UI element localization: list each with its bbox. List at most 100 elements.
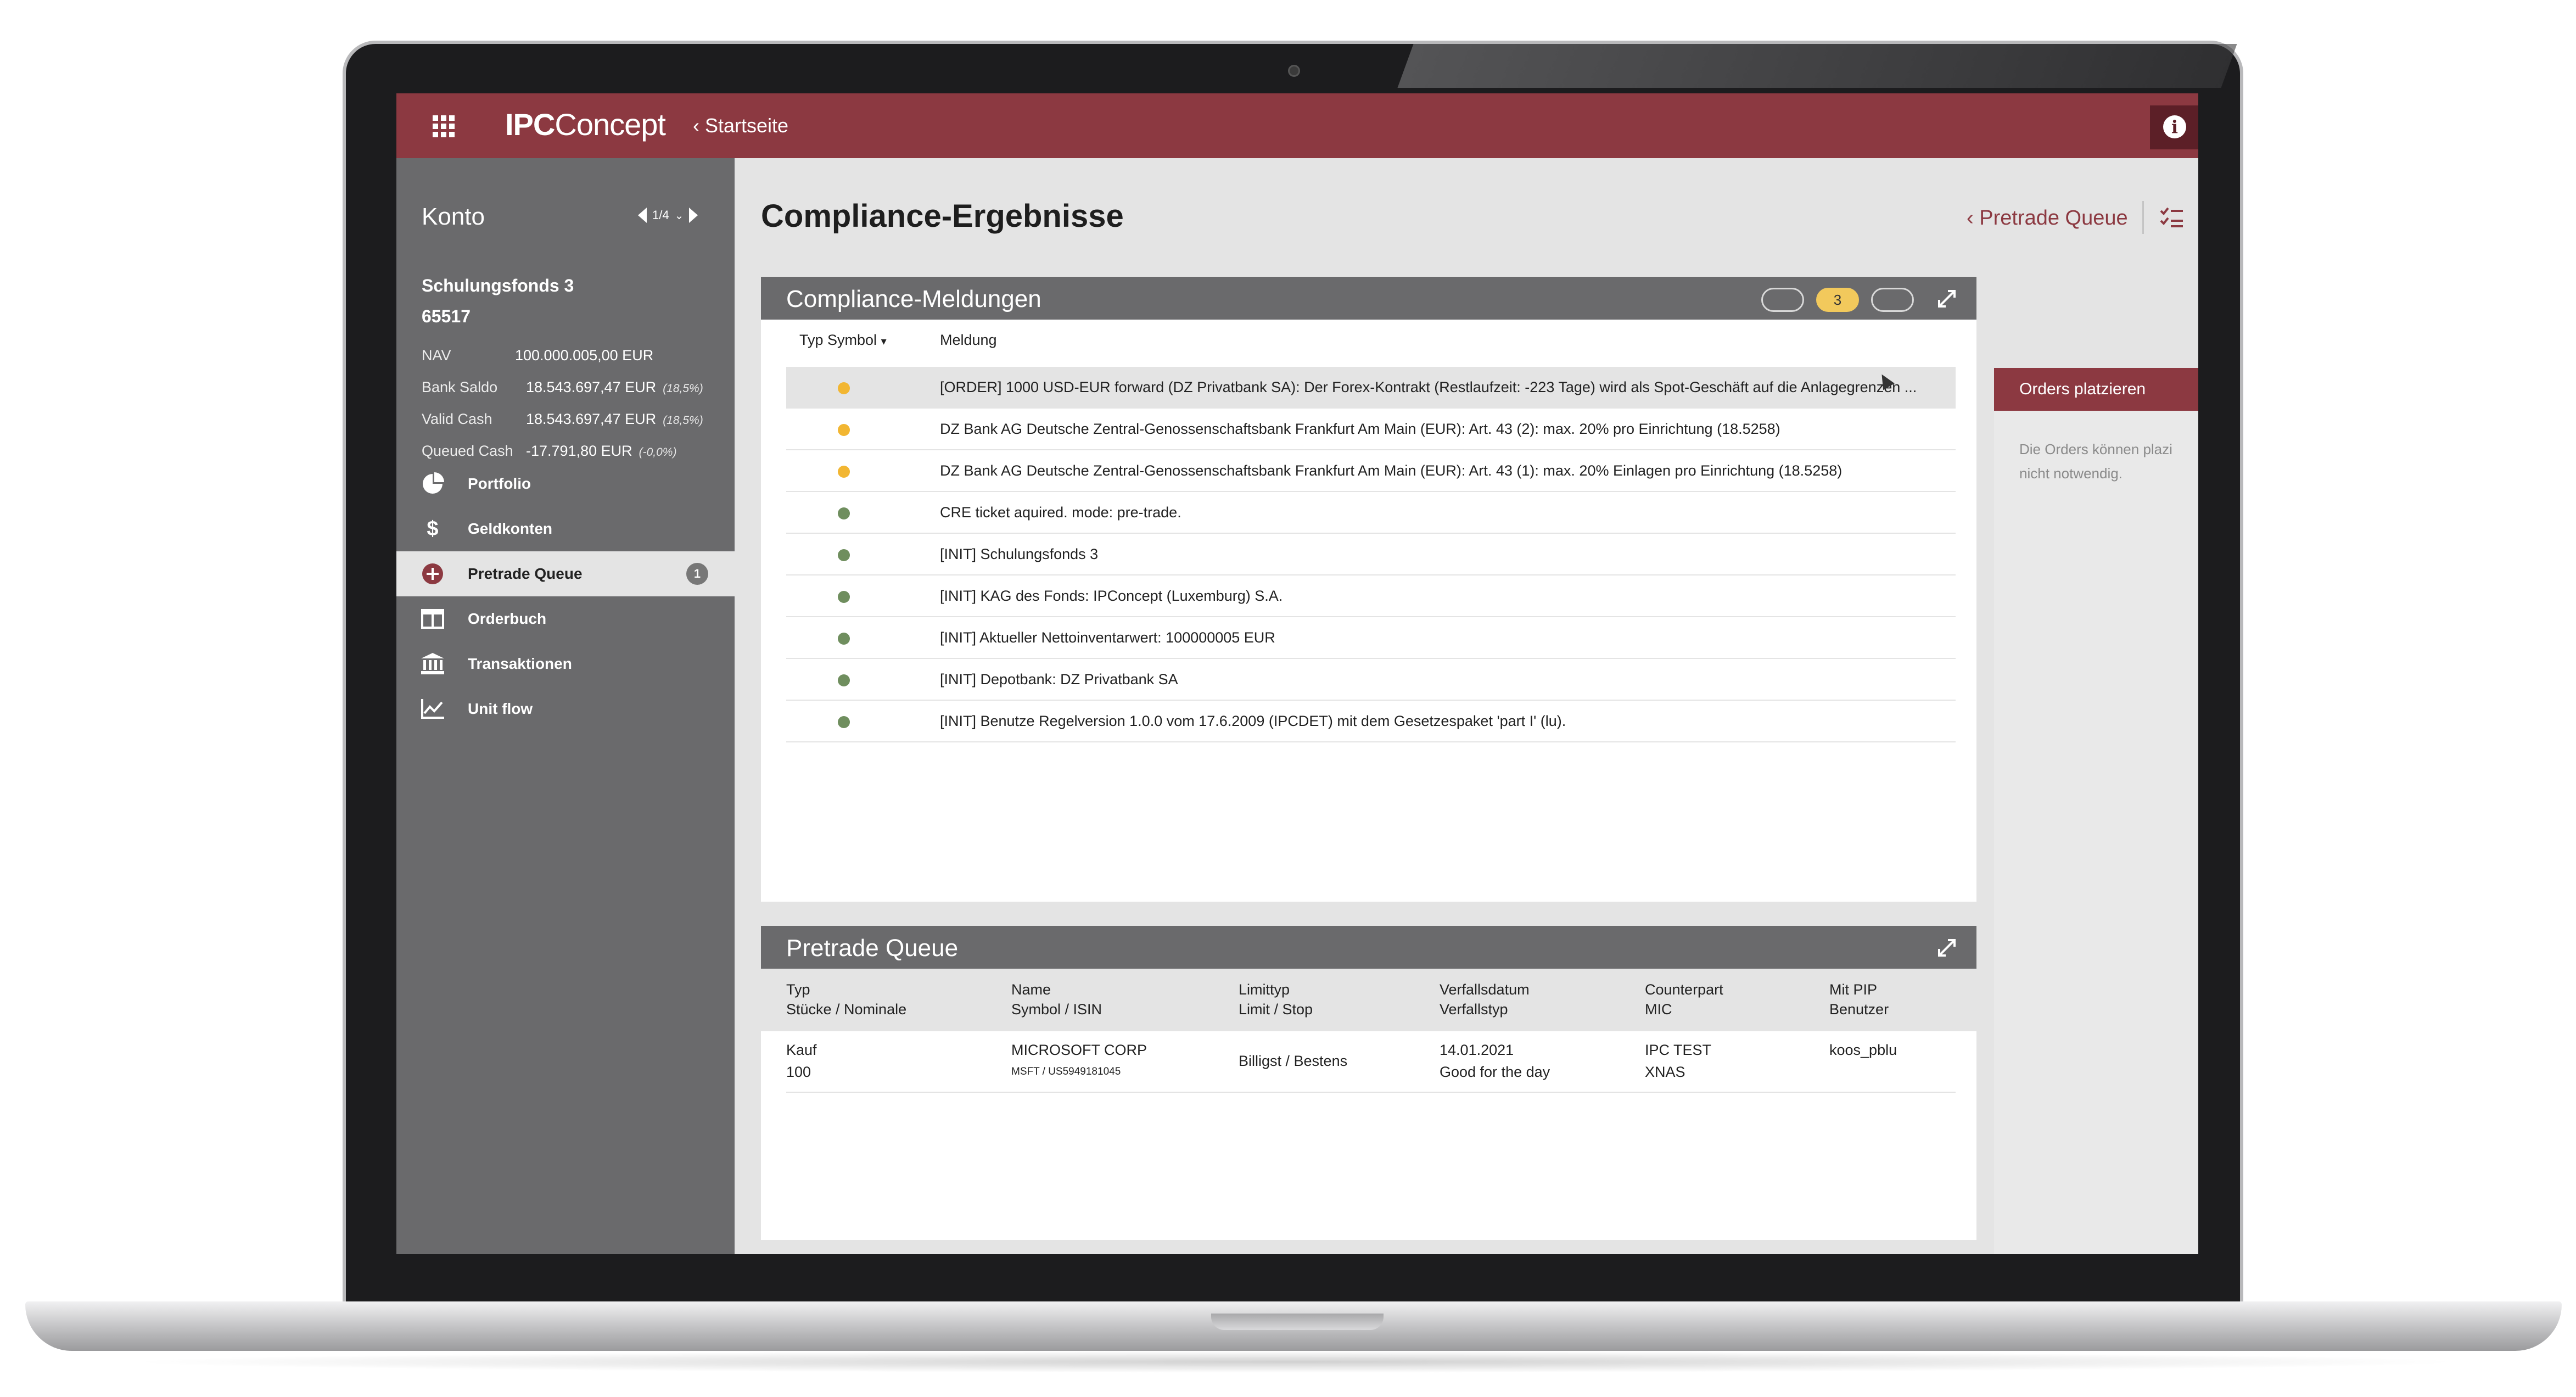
message-text: [INIT] Depotbank: DZ Privatbank SA [940, 671, 1178, 688]
next-account-icon[interactable] [689, 208, 698, 223]
chevron-down-icon[interactable]: ⌄ [675, 209, 684, 222]
cell-counterpart: IPC TEST XNAS [1645, 1042, 1712, 1080]
sidebar-item-label: Portfolio [468, 475, 531, 492]
ok-status-icon [838, 591, 850, 603]
kv-key: Queued Cash [422, 443, 513, 459]
apps-grid-icon[interactable] [433, 115, 455, 137]
message-text: [INIT] KAG des Fonds: IPConcept (Luxembu… [940, 588, 1283, 604]
sidebar-item-portfolio[interactable]: Portfolio [396, 461, 735, 506]
sidebar-item-pretrade-queue[interactable]: Pretrade Queue 1 [396, 551, 735, 596]
column-header-typ[interactable]: Typ Symbol ▾ [799, 332, 887, 349]
back-to-start-link[interactable]: ‹ Startseite [693, 114, 788, 137]
table-row[interactable]: [INIT] KAG des Fonds: IPConcept (Luxembu… [786, 575, 1956, 617]
compliance-panel-header: Compliance-Meldungen 3 [761, 277, 1976, 320]
table-row[interactable]: [INIT] Aktueller Nettoinventarwert: 1000… [786, 617, 1956, 659]
table-row[interactable]: DZ Bank AG Deutsche Zentral-Genossenscha… [786, 450, 1956, 492]
pretrade-queue-panel: Pretrade Queue Typ Stücke / Nominale Name… [761, 926, 1976, 1240]
konto-title: Konto [422, 203, 485, 230]
kv-value: 18.543.697,47 EUR (18,5%) [526, 411, 703, 427]
filter-error-toggle[interactable] [1761, 288, 1804, 312]
camera [1288, 65, 1300, 77]
message-text: [INIT] Aktueller Nettoinventarwert: 1000… [940, 629, 1275, 646]
column-header-mit-pip[interactable]: Mit PIP Benutzer [1829, 980, 1889, 1019]
message-text: DZ Bank AG Deutsche Zentral-Genossenscha… [940, 462, 1843, 479]
message-text: [INIT] Benutze Regelversion 1.0.0 vom 17… [940, 713, 1566, 729]
lid-reflection [1397, 44, 2237, 88]
column-header-limittyp[interactable]: Limittyp Limit / Stop [1239, 980, 1313, 1019]
cell-verfall: 14.01.2021 Good for the day [1440, 1042, 1550, 1080]
sidebar: Konto 1/4 ⌄ Schulungsfonds 3 65517 NAV 1… [396, 158, 735, 1254]
sidebar-item-geldkonten[interactable]: $ Geldkonten [396, 506, 735, 551]
pretrade-queue-link[interactable]: ‹ Pretrade Queue [1967, 206, 2128, 230]
pretrade-panel-title: Pretrade Queue [786, 935, 959, 962]
column-header-name[interactable]: Name Symbol / ISIN [1011, 980, 1102, 1019]
line-chart-icon [421, 697, 445, 721]
message-text: DZ Bank AG Deutsche Zentral-Genossenscha… [940, 421, 1780, 437]
column-header-verfallsdatum[interactable]: Verfallsdatum Verfallstyp [1440, 980, 1530, 1019]
message-text: CRE ticket aquired. mode: pre-trade. [940, 504, 1181, 521]
account-pager: 1/4 ⌄ [638, 208, 698, 223]
laptop-shadow [121, 1351, 2471, 1373]
page-title: Compliance-Ergebnisse [761, 198, 1124, 234]
sidebar-nav: Portfolio $ Geldkonten Pretrade Queue 1 … [396, 461, 735, 731]
table-row[interactable]: DZ Bank AG Deutsche Zentral-Genossenscha… [786, 409, 1956, 450]
warning-status-icon [838, 424, 850, 436]
cell-benutzer: koos_pblu [1829, 1042, 1897, 1058]
sidebar-item-orderbuch[interactable]: Orderbuch [396, 596, 735, 641]
prev-account-icon[interactable] [638, 208, 647, 223]
brand-logo[interactable]: IPCConcept [505, 107, 666, 142]
orders-panel-header[interactable]: Orders platzieren [1994, 368, 2198, 411]
table-row[interactable]: Kauf 100 MICROSOFT CORP MSFT / US594918104… [786, 1031, 1956, 1093]
checklist-icon[interactable] [2160, 206, 2184, 228]
pretrade-table-header: Typ Stücke / Nominale Name Symbol / ISIN L… [761, 969, 1976, 1031]
compliance-panel: Compliance-Meldungen 3 Typ Symbol ▾ Meld… [761, 277, 1976, 902]
fund-name: Schulungsfonds 3 [422, 276, 574, 295]
pretrade-panel-header: Pretrade Queue [761, 926, 1976, 969]
sidebar-item-label: Unit flow [468, 700, 533, 717]
sidebar-item-unit-flow[interactable]: Unit flow [396, 686, 735, 731]
ok-status-icon [838, 716, 850, 728]
warning-status-icon [838, 382, 850, 394]
table-row[interactable]: [INIT] Depotbank: DZ Privatbank SA [786, 659, 1956, 701]
info-button[interactable]: i [2150, 105, 2198, 149]
laptop-notch [1211, 1314, 1384, 1330]
screen: IPCConcept ‹ Startseite i Konto 1/4 ⌄ Sc… [396, 93, 2198, 1254]
expand-icon[interactable] [1937, 289, 1957, 309]
column-header-meldung[interactable]: Meldung [940, 332, 997, 349]
sidebar-item-transaktionen[interactable]: Transaktionen [396, 641, 735, 686]
kv-key: Valid Cash [422, 411, 492, 427]
cell-name: MICROSOFT CORP MSFT / US5949181045 [1011, 1042, 1147, 1077]
table-row[interactable]: CRE ticket aquired. mode: pre-trade. [786, 492, 1956, 534]
warning-status-icon [838, 466, 850, 478]
chevron-left-icon: ‹ [693, 114, 705, 137]
ok-status-icon [838, 674, 850, 686]
kv-value: 18.543.697,47 EUR (18,5%) [526, 379, 703, 395]
expand-icon[interactable] [1937, 938, 1957, 958]
table-row[interactable]: [ORDER] 1000 USD-EUR forward (DZ Privatb… [786, 367, 1956, 409]
sidebar-item-label: Pretrade Queue [468, 565, 583, 582]
pager-value[interactable]: 1/4 [652, 208, 669, 222]
filter-warning-toggle[interactable]: 3 [1816, 288, 1859, 312]
message-text: [ORDER] 1000 USD-EUR forward (DZ Privatb… [940, 379, 1917, 395]
sort-caret-icon: ▾ [881, 336, 887, 348]
plus-circle-icon [421, 562, 445, 586]
dollar-icon: $ [427, 517, 439, 540]
column-header-typ[interactable]: Typ Stücke / Nominale [786, 980, 906, 1019]
table-row[interactable]: [INIT] Schulungsfonds 3 [786, 534, 1956, 575]
bank-icon [421, 652, 445, 676]
column-header-counterpart[interactable]: Counterpart MIC [1645, 980, 1723, 1019]
pie-chart-icon [421, 472, 445, 496]
compliance-table-header: Typ Symbol ▾ Meldung [761, 320, 1976, 364]
compliance-panel-title: Compliance-Meldungen [786, 286, 1041, 312]
filter-info-toggle[interactable] [1871, 288, 1914, 312]
fund-id: 65517 [422, 306, 471, 326]
sidebar-item-label: Transaktionen [468, 655, 572, 672]
header-divider [2142, 201, 2144, 234]
cell-typ: Kauf 100 [786, 1042, 817, 1080]
chevron-left-icon: ‹ [1967, 206, 1980, 230]
table-row[interactable]: [INIT] Benutze Regelversion 1.0.0 vom 17… [786, 701, 1956, 742]
sidebar-item-label: Geldkonten [468, 520, 553, 537]
count-badge: 1 [686, 563, 708, 585]
ok-status-icon [838, 549, 850, 561]
cell-limit: Billigst / Bestens [1239, 1053, 1348, 1069]
